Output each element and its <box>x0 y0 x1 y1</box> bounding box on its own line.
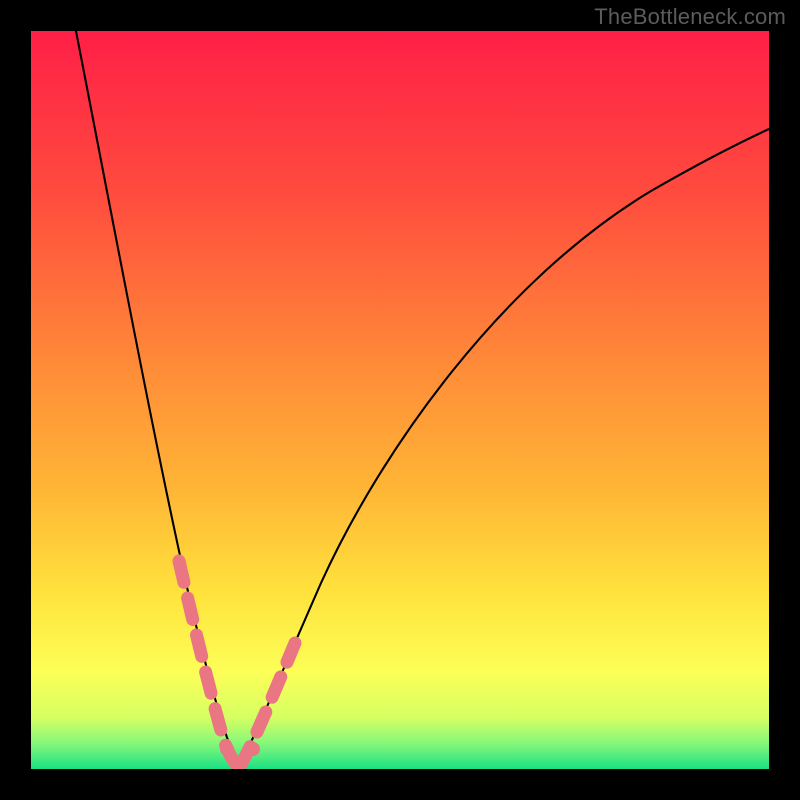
plot-area <box>31 31 769 769</box>
bottleneck-curve <box>31 31 769 769</box>
highlight-dashes-left <box>179 561 239 766</box>
watermark-text: TheBottleneck.com <box>594 4 786 30</box>
curve-full <box>76 31 769 766</box>
marker-dot <box>220 742 234 756</box>
marker-dot <box>246 742 260 756</box>
